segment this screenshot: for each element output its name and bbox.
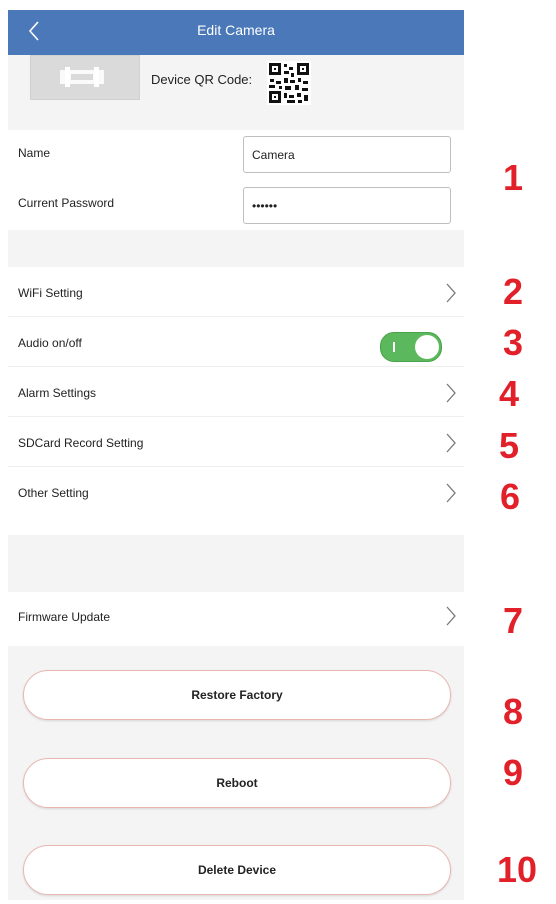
- annotation-number: 3: [503, 322, 524, 363]
- toggle-on-indicator: [393, 342, 395, 352]
- annotation-number: 5: [499, 425, 520, 466]
- name-field[interactable]: [243, 136, 451, 173]
- annotation-number: 8: [503, 691, 524, 732]
- chevron-right-icon: [446, 383, 456, 403]
- section-divider: [8, 535, 464, 580]
- annotation-number: 4: [499, 373, 520, 414]
- annotation-number: 6: [500, 476, 521, 517]
- header-bar: Edit Camera: [8, 10, 464, 55]
- restore-factory-button[interactable]: Restore Factory: [23, 670, 451, 720]
- menu-item-label: Other Setting: [18, 486, 89, 500]
- menu-item-alarm-settings[interactable]: Alarm Settings: [8, 367, 464, 417]
- chevron-right-icon: [446, 483, 456, 503]
- chevron-right-icon: [446, 433, 456, 453]
- section-divider: [8, 230, 464, 267]
- annotation-number: 9: [503, 752, 524, 793]
- menu-item-label: WiFi Setting: [18, 286, 83, 300]
- annotation-number: 7: [503, 600, 524, 641]
- camera-form: Name Current Password: [8, 130, 464, 230]
- password-row: Current Password: [8, 180, 464, 230]
- chevron-right-icon: [446, 283, 456, 303]
- device-thumbnail[interactable]: [30, 55, 140, 100]
- device-info: Device QR Code:: [8, 55, 464, 130]
- password-label: Current Password: [18, 196, 115, 210]
- menu-item-sdcard-record-setting[interactable]: SDCard Record Setting: [8, 417, 464, 467]
- video-icon: [60, 67, 104, 87]
- menu-item-wifi-setting[interactable]: WiFi Setting: [8, 267, 464, 317]
- menu-item-label: SDCard Record Setting: [18, 436, 144, 450]
- chevron-right-icon: [446, 606, 456, 626]
- reboot-button[interactable]: Reboot: [23, 758, 451, 808]
- menu-item-label: Audio on/off: [18, 336, 82, 350]
- toggle-knob: [415, 335, 439, 359]
- qr-code-icon[interactable]: [267, 61, 311, 105]
- menu-item-label: Firmware Update: [18, 610, 111, 624]
- annotation-number: 1: [503, 157, 524, 198]
- annotation-number: 2: [503, 271, 524, 312]
- page-title: Edit Camera: [197, 22, 275, 38]
- name-row: Name: [8, 130, 464, 180]
- edit-camera-screen: Edit Camera Device QR Code: Name Camera …: [8, 10, 464, 900]
- menu-item-firmware-update[interactable]: Firmware Update: [8, 580, 464, 646]
- name-label: Name: [18, 146, 51, 160]
- menu-item-label: Alarm Settings: [18, 386, 97, 400]
- settings-menu: WiFi Setting Audio on/off Alarm Settings…: [8, 267, 464, 535]
- annotation-number: 10: [497, 849, 538, 890]
- menu-item-other-setting[interactable]: Other Setting: [8, 467, 464, 517]
- password-field[interactable]: [243, 187, 451, 224]
- audio-toggle[interactable]: [380, 332, 442, 362]
- delete-device-button[interactable]: Delete Device: [23, 845, 451, 895]
- qr-code-label: Device QR Code:: [151, 72, 253, 87]
